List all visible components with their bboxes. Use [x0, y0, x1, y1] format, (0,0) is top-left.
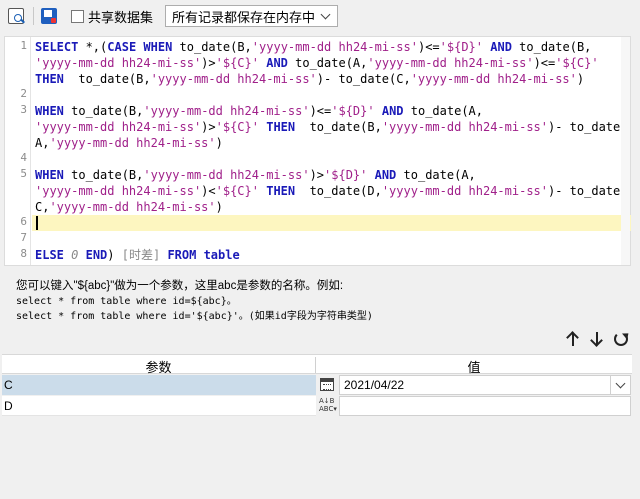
code-line[interactable]: 'yyyy-mm-dd hh24-mi-ss')<'${C}' THEN to_…: [35, 183, 627, 199]
param-name[interactable]: C: [2, 375, 316, 395]
param-value-field[interactable]: 2021/04/22: [339, 375, 611, 395]
table-header: 参数 值: [2, 354, 632, 375]
param-name[interactable]: D: [2, 396, 316, 416]
current-line-highlight: [32, 215, 631, 231]
code-line[interactable]: THEN to_date(B,'yyyy-mm-dd hh24-mi-ss')-…: [35, 71, 584, 87]
param-actions: [566, 330, 628, 348]
line-number: 6: [20, 215, 27, 228]
column-header-value: 值: [467, 360, 481, 375]
param-type-selector[interactable]: A↓B ABC▾: [316, 396, 338, 416]
line-number: 3: [20, 103, 27, 116]
storage-mode-select[interactable]: 所有记录都保存在内存中: [165, 5, 339, 27]
calendar-icon[interactable]: [320, 378, 334, 391]
help-line: 您可以键入"${abc}"做为一个参数，这里abc是参数的名称。例如:: [16, 280, 344, 292]
parameter-help-text: 您可以键入"${abc}"做为一个参数，这里abc是参数的名称。例如: sele…: [16, 279, 373, 324]
table-row[interactable]: D A↓B ABC▾: [2, 396, 632, 416]
sql-editor[interactable]: 1 2 3 4 5 6 7 8 SELECT *,(CASE WHEN to_d…: [4, 36, 631, 266]
line-number: 7: [20, 231, 27, 244]
move-down-icon[interactable]: [590, 330, 604, 348]
line-number-gutter: 1 2 3 4 5 6 7 8: [5, 37, 31, 265]
line-number: 8: [20, 247, 27, 260]
toolbar-divider: [33, 7, 34, 25]
share-dataset-checkbox[interactable]: [71, 9, 84, 23]
storage-mode-value: 所有记录都保存在内存中: [172, 9, 316, 25]
parameter-table: 参数 值 C 2021/04/22 D A↓B ABC▾: [2, 354, 632, 499]
column-header-param: 参数: [145, 360, 172, 375]
help-example: select * from table where id='${abc}'。(如…: [16, 311, 373, 322]
code-line[interactable]: 'yyyy-mm-dd hh24-mi-ss')>'${C}' AND to_d…: [35, 55, 599, 71]
param-type-selector[interactable]: [316, 375, 338, 395]
editor-scrollbar[interactable]: [621, 37, 630, 265]
sql-dataset-editor: 共享数据集 所有记录都保存在内存中 1 2 3 4 5 6 7 8 SELECT…: [0, 0, 640, 499]
code-line[interactable]: ELSE 0 END) [时差] FROM table: [35, 247, 240, 263]
preview-search-icon[interactable]: [8, 8, 24, 24]
help-example: select * from table where id=${abc}。: [16, 296, 237, 307]
code-line[interactable]: 'yyyy-mm-dd hh24-mi-ss')>'${C}' THEN to_…: [35, 119, 627, 135]
code-line[interactable]: WHEN to_date(B,'yyyy-mm-dd hh24-mi-ss')<…: [35, 103, 483, 119]
share-dataset-toggle[interactable]: 共享数据集: [71, 7, 153, 26]
dataset-share-icon[interactable]: [41, 8, 57, 24]
line-number: 5: [20, 167, 27, 180]
chevron-down-icon: [319, 9, 333, 23]
share-dataset-label: 共享数据集: [88, 9, 154, 25]
toolbar: 共享数据集 所有记录都保存在内存中: [0, 0, 640, 32]
code-line[interactable]: C,'yyyy-mm-dd hh24-mi-ss'): [35, 199, 223, 215]
param-value-field[interactable]: [339, 396, 631, 416]
move-up-icon[interactable]: [566, 330, 580, 348]
abc-text-icon[interactable]: A↓B ABC▾: [319, 397, 337, 413]
code-line[interactable]: WHEN to_date(B,'yyyy-mm-dd hh24-mi-ss')>…: [35, 167, 476, 183]
code-line[interactable]: SELECT *,(CASE WHEN to_date(B,'yyyy-mm-d…: [35, 39, 591, 55]
date-dropdown-button[interactable]: [611, 375, 631, 395]
code-line[interactable]: A,'yyyy-mm-dd hh24-mi-ss'): [35, 135, 223, 151]
refresh-icon[interactable]: [614, 332, 628, 346]
line-number: 2: [20, 87, 27, 100]
table-row[interactable]: C 2021/04/22: [2, 375, 632, 395]
line-number: 4: [20, 151, 27, 164]
line-number: 1: [20, 39, 27, 52]
text-caret: [36, 216, 38, 230]
